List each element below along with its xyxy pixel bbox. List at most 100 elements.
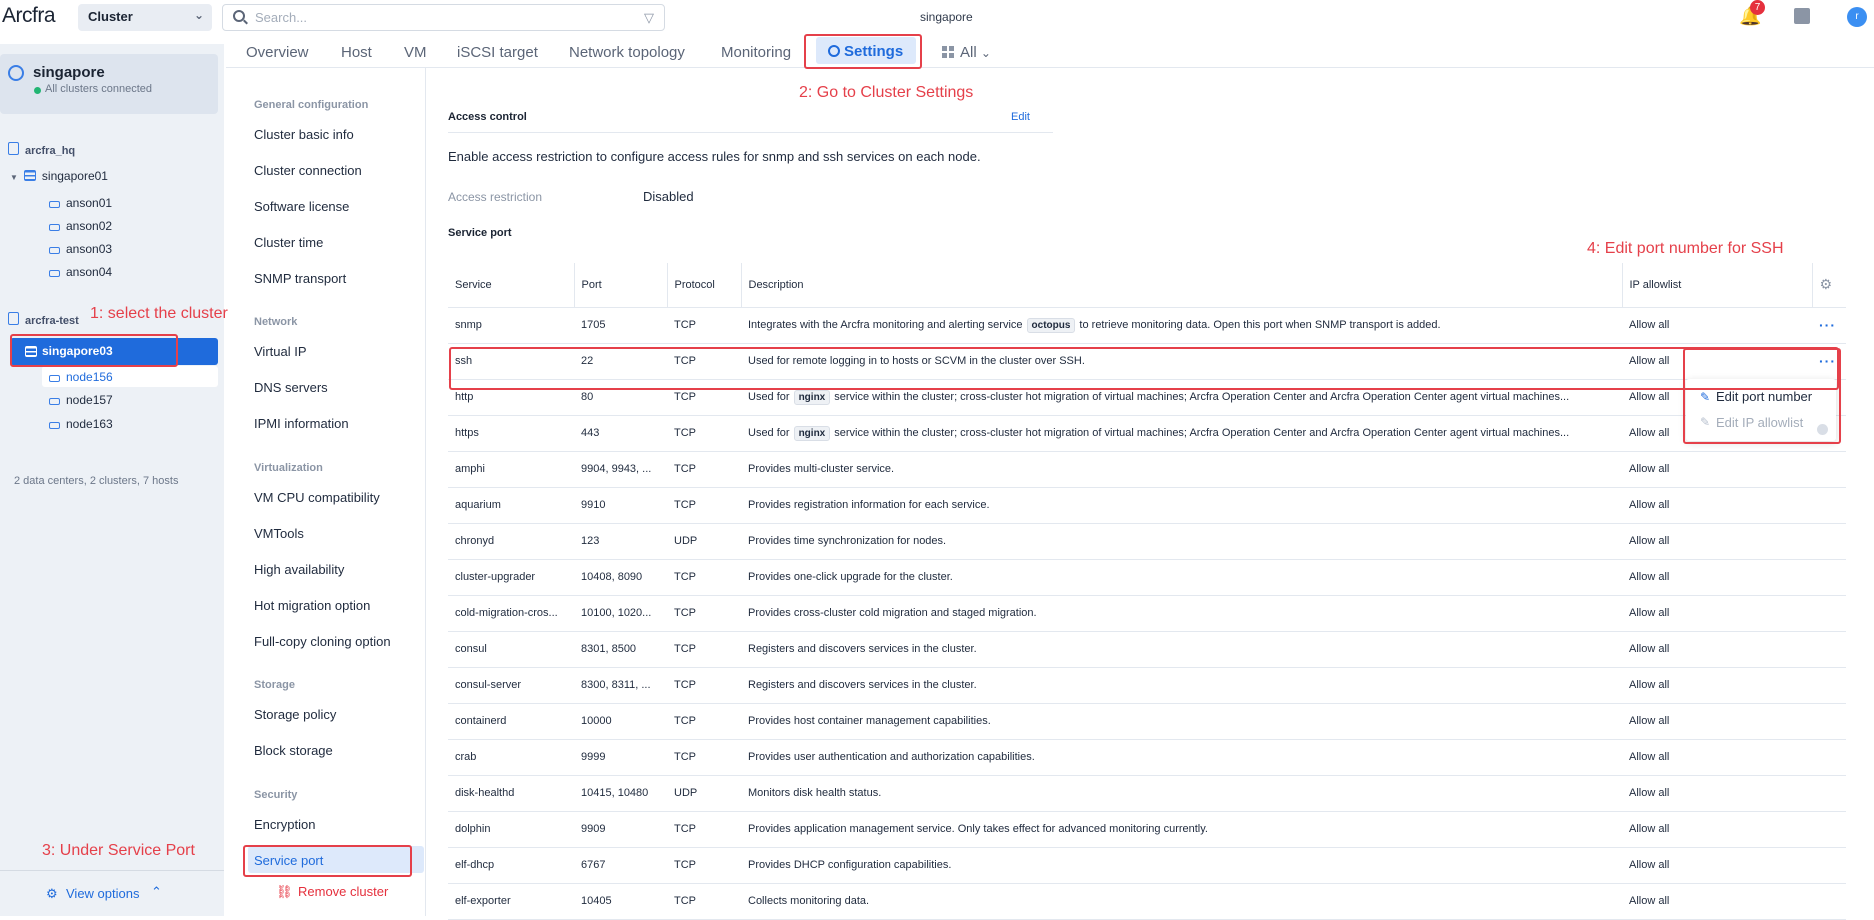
nav-item-vmtools[interactable]: VMTools xyxy=(254,526,304,541)
tree-host[interactable]: anson02 xyxy=(49,219,112,233)
table-row[interactable]: crab 9999 TCP Provides user authentication … xyxy=(448,739,1846,776)
tree-host[interactable]: node163 xyxy=(49,417,113,431)
cell-service: snmp xyxy=(448,307,574,344)
cell-description: Used for nginx service within the cluster;… xyxy=(741,415,1622,452)
chevron-down-icon: ⌄ xyxy=(980,46,991,60)
nav-item-cluster-basic-info[interactable]: Cluster basic info xyxy=(254,127,354,142)
access-restriction-label: Access restriction xyxy=(448,190,543,204)
cell-protocol: TCP xyxy=(667,739,741,776)
table-row[interactable]: containerd 10000 TCP Provides host containe… xyxy=(448,703,1846,740)
nav-item-ipmi-information[interactable]: IPMI information xyxy=(254,416,349,431)
cell-protocol: TCP xyxy=(667,451,741,488)
cell-description: Provides user authentication and authori… xyxy=(741,739,1622,776)
cell-description: Integrates with the Arcfra monitoring an… xyxy=(741,307,1622,344)
table-row[interactable]: cluster-upgrader 10408, 8090 TCP Provides o… xyxy=(448,559,1846,596)
column-header-description[interactable]: Description xyxy=(741,263,1623,308)
tree-host[interactable]: anson03 xyxy=(49,242,112,256)
nav-item-full-copy-cloning[interactable]: Full-copy cloning option xyxy=(254,634,391,649)
tab-monitoring[interactable]: Monitoring xyxy=(721,44,791,61)
cell-description: Registers and discovers services in the … xyxy=(741,631,1622,668)
column-settings[interactable]: ⚙ xyxy=(1812,263,1846,308)
host-icon xyxy=(49,224,60,231)
notification-badge: 7 xyxy=(1750,0,1765,15)
description-text: Provides application management service.… xyxy=(748,823,1208,835)
table-row[interactable]: aquarium 9910 TCP Provides registration inf… xyxy=(448,487,1846,524)
column-header-ip-allowlist[interactable]: IP allowlist xyxy=(1622,263,1813,308)
table-row[interactable]: snmp 1705 TCP Integrates with the Arcfra mo… xyxy=(448,307,1846,344)
cell-ip-allowlist: Allow all xyxy=(1622,811,1812,848)
nav-item-block-storage[interactable]: Block storage xyxy=(254,743,333,758)
tab-network-topology[interactable]: Network topology xyxy=(569,44,685,61)
nav-item-vm-cpu-compatibility[interactable]: VM CPU compatibility xyxy=(254,490,380,505)
table-row[interactable]: amphi 9904, 9943, ... TCP Provides multi-cl… xyxy=(448,451,1846,488)
cell-service: elf-exporter xyxy=(448,883,574,920)
table-row[interactable]: disk-healthd 10415, 10480 UDP Monitors disk… xyxy=(448,775,1846,812)
nav-item-encryption[interactable]: Encryption xyxy=(254,817,315,832)
table-row[interactable]: consul-server 8300, 8311, ... TCP Registers… xyxy=(448,667,1846,704)
table-row[interactable]: elf-dhcp 6767 TCP Provides DHCP configurati… xyxy=(448,847,1846,884)
nav-item-snmp-transport[interactable]: SNMP transport xyxy=(254,271,346,286)
host-icon xyxy=(49,201,60,208)
cell-port: 1705 xyxy=(574,307,667,344)
cluster-card[interactable]: singapore All clusters connected xyxy=(0,54,218,114)
filter-icon[interactable]: ▽ xyxy=(644,10,654,26)
table-row[interactable]: https 443 TCP Used for nginx service within t… xyxy=(448,415,1846,452)
tab-host[interactable]: Host xyxy=(341,44,372,61)
tab-bar: Overview Host VM iSCSI target Network to… xyxy=(226,36,1874,68)
nav-item-dns-servers[interactable]: DNS servers xyxy=(254,380,328,395)
column-header-protocol[interactable]: Protocol xyxy=(667,263,742,308)
table-row[interactable]: elf-exporter 10405 TCP Collects monitoring … xyxy=(448,883,1846,920)
annotation-step1: 1: select the cluster xyxy=(90,305,228,322)
cell-actions xyxy=(1812,451,1846,488)
expand-arrow-icon[interactable]: ▼ xyxy=(10,173,18,182)
task-icon[interactable] xyxy=(1794,8,1810,24)
remove-cluster-link[interactable]: Remove cluster xyxy=(298,884,388,899)
column-header-service[interactable]: Service xyxy=(448,263,575,308)
tab-vm[interactable]: VM xyxy=(404,44,427,61)
grid-icon xyxy=(942,46,954,58)
tree-cluster-singapore01[interactable]: ▼ singapore01 xyxy=(10,169,108,183)
tree-datacenter-arcfra-test[interactable]: arcfra-test xyxy=(8,312,79,327)
access-restriction-value: Disabled xyxy=(643,189,694,204)
search-input[interactable]: Search... ▽ xyxy=(222,4,665,31)
cluster-card-name: singapore xyxy=(33,64,105,81)
nav-item-hot-migration-option[interactable]: Hot migration option xyxy=(254,598,370,613)
top-bar: Arcfra Cluster ⌄ Search... ▽ singapore 🔔… xyxy=(0,0,1874,34)
avatar[interactable]: r xyxy=(1847,7,1867,27)
chevron-up-icon: ⌃ xyxy=(151,884,162,899)
view-options-button[interactable]: ⚙ View options ⌃ xyxy=(0,870,224,916)
scope-selector[interactable]: Cluster ⌄ xyxy=(78,4,212,31)
tree-host[interactable]: anson01 xyxy=(49,196,112,210)
nav-item-software-license[interactable]: Software license xyxy=(254,199,349,214)
description-text: service within the cluster; cross-cluste… xyxy=(834,426,1570,439)
table-row[interactable]: cold-migration-cros... 10100, 1020... TCP P… xyxy=(448,595,1846,632)
scope-selector-value: Cluster xyxy=(88,9,133,24)
tab-overview[interactable]: Overview xyxy=(246,44,309,61)
tree-host[interactable]: anson04 xyxy=(49,265,112,279)
host-icon xyxy=(49,375,60,382)
nav-item-high-availability[interactable]: High availability xyxy=(254,562,344,577)
table-row[interactable]: dolphin 9909 TCP Provides application manag… xyxy=(448,811,1846,848)
nav-item-virtual-ip[interactable]: Virtual IP xyxy=(254,344,307,359)
nav-item-cluster-time[interactable]: Cluster time xyxy=(254,235,323,250)
tree-host[interactable]: node156 xyxy=(49,370,113,384)
annotation-step3: 3: Under Service Port xyxy=(42,842,195,859)
cell-port: 10100, 1020... xyxy=(574,595,667,632)
table-row[interactable]: consul 8301, 8500 TCP Registers and discove… xyxy=(448,631,1846,668)
annotation-box-cluster xyxy=(10,334,178,367)
description-text: Provides DHCP configuration capabilities… xyxy=(748,859,952,871)
gear-icon[interactable]: ⚙ xyxy=(1820,276,1833,292)
nav-item-storage-policy[interactable]: Storage policy xyxy=(254,707,336,722)
tab-all[interactable]: All ⌄ xyxy=(942,44,991,61)
more-actions-icon[interactable]: ··· xyxy=(1819,317,1836,333)
table-row[interactable]: chronyd 123 UDP Provides time synchronizati… xyxy=(448,523,1846,560)
nav-item-cluster-connection[interactable]: Cluster connection xyxy=(254,163,362,178)
access-control-edit-link[interactable]: Edit xyxy=(1011,111,1030,123)
tab-iscsi-target[interactable]: iSCSI target xyxy=(457,44,538,61)
cell-protocol: TCP xyxy=(667,883,741,920)
sidebar: singapore All clusters connected arcfra_… xyxy=(0,44,224,916)
tree-datacenter-arcfra-hq[interactable]: arcfra_hq xyxy=(8,142,75,157)
column-header-port[interactable]: Port xyxy=(574,263,668,308)
tree-host[interactable]: node157 xyxy=(49,393,113,407)
cell-port: 8300, 8311, ... xyxy=(574,667,667,704)
